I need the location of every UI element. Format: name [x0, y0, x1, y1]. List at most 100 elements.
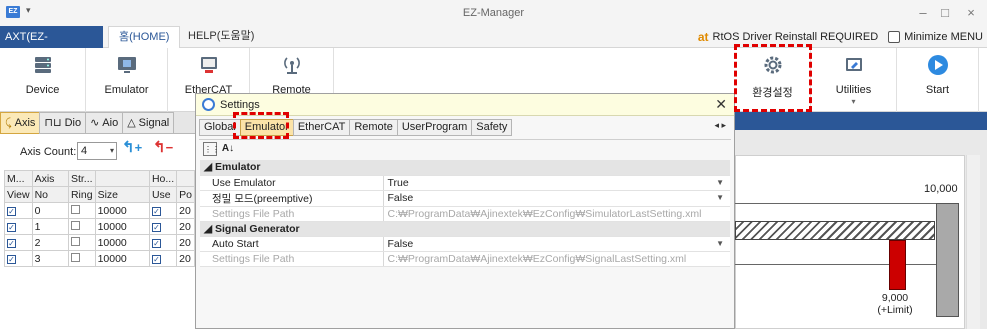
vertical-scrollbar[interactable]: [966, 155, 980, 329]
col-header: [94, 170, 150, 187]
chevron-down-icon[interactable]: ▼: [716, 193, 724, 202]
dialog-title: Settings: [220, 99, 260, 111]
emulator-button[interactable]: Emulator: [86, 48, 168, 112]
server-icon: [34, 57, 51, 73]
category-row[interactable]: ◢ Emulator: [200, 160, 730, 176]
prop-value-signal-path: C:₩ProgramData₩Ajinextek₩EzConfig₩Signal…: [383, 251, 730, 267]
table-row[interactable]: ✓ 3 10000 ✓ 20: [4, 250, 195, 267]
prop-value-preemptive[interactable]: False ▼: [383, 190, 730, 207]
categorized-view-icon[interactable]: ⋮⋮: [203, 142, 220, 156]
wave-icon: ∿: [90, 117, 100, 129]
axis-no-cell: 2: [31, 234, 69, 251]
settings-dialog: Settings ✕ Global Emulator EtherCAT Remo…: [195, 93, 735, 329]
utilities-caret-icon: ▾: [851, 97, 856, 106]
tab-aio[interactable]: ∿ Aio: [85, 112, 124, 134]
tab-safety[interactable]: Safety: [471, 119, 513, 136]
home-use-checkbox[interactable]: ✓: [151, 206, 161, 216]
close-window-button[interactable]: ×: [960, 5, 982, 20]
tab-scroll-arrows-icon[interactable]: ◂ ▸: [714, 120, 726, 131]
settings-button[interactable]: 환경설정: [735, 48, 811, 112]
table-row[interactable]: ✓ 2 10000 ✓ 20: [4, 234, 195, 251]
antenna-icon: [283, 57, 300, 74]
chevron-down-icon[interactable]: ▼: [716, 178, 724, 187]
settings-label: 환경설정: [752, 87, 793, 99]
start-button[interactable]: Start: [897, 48, 979, 112]
prop-value-use-emulator[interactable]: True ▼: [383, 175, 730, 191]
app-menu-tab[interactable]: AXT(EZ-MANAGER): [0, 26, 103, 65]
left-tabs: ⤹ Axis ⊓⊔ Dio ∿ Aio △ Signal: [0, 112, 196, 134]
max-position-bar: [936, 203, 959, 317]
property-row[interactable]: Auto Start False ▼: [200, 236, 730, 252]
size-cell[interactable]: 10000: [94, 234, 150, 251]
device-button[interactable]: Device: [0, 48, 86, 112]
tab-emulator[interactable]: Emulator: [239, 119, 294, 136]
dialog-tabs: Global Emulator EtherCAT Remote UserProg…: [199, 119, 513, 136]
minimize-menu-label[interactable]: Minimize MENU: [904, 31, 983, 43]
view-checkbox[interactable]: ✓: [7, 206, 16, 216]
emulator-label: Emulator: [104, 84, 149, 96]
col-header: Str...: [67, 170, 96, 187]
tab-axis[interactable]: ⤹ Axis: [0, 112, 41, 134]
tab-userprogram[interactable]: UserProgram: [396, 119, 473, 136]
table-row[interactable]: ✓ 1 10000 ✓ 20: [4, 218, 195, 235]
col-header: Axis: [31, 170, 69, 187]
pulse-icon: ⊓⊔: [44, 117, 62, 129]
tab-home[interactable]: 홈(HOME): [108, 26, 181, 49]
tab-ethercat[interactable]: EtherCAT: [292, 119, 351, 136]
minimize-menu-checkbox[interactable]: [888, 31, 901, 43]
position-cell: 20: [176, 250, 195, 267]
axis-count-select[interactable]: 4 ▾: [77, 142, 117, 160]
property-row[interactable]: 정밀 모드(preemptive) False ▼: [200, 190, 730, 207]
start-label: Start: [925, 84, 950, 96]
size-cell[interactable]: 10000: [94, 250, 150, 267]
view-checkbox[interactable]: ✓: [7, 238, 16, 248]
view-checkbox[interactable]: ✓: [7, 254, 16, 264]
col-header: Size: [94, 186, 150, 203]
tab-remote[interactable]: Remote: [349, 119, 398, 136]
settings-gear-icon: [202, 98, 215, 111]
category-row[interactable]: ◢ Signal Generator: [200, 221, 730, 237]
prop-name: Auto Start: [200, 236, 384, 252]
position-cell: 20: [176, 234, 195, 251]
home-use-checkbox[interactable]: ✓: [151, 238, 161, 248]
table-row[interactable]: ✓ 0 10000 ✓ 20: [4, 202, 195, 219]
tab-help[interactable]: HELP(도움말): [178, 26, 264, 49]
home-use-checkbox[interactable]: ✓: [151, 254, 161, 264]
axis-count-label: Axis Count:: [20, 146, 77, 158]
position-cell: 20: [176, 202, 195, 219]
network-monitor-icon: [200, 57, 217, 73]
left-pane: ⤹ Axis ⊓⊔ Dio ∿ Aio △ Signal Axis Count: 4 ▾ …: [0, 112, 196, 329]
home-use-checkbox[interactable]: ✓: [151, 222, 161, 232]
axis-table: M... Axis Str... Ho... View No Ring Size…: [4, 170, 195, 267]
property-row: Settings File Path C:₩ProgramData₩Ajinex…: [200, 251, 730, 267]
right-panel-header: [735, 112, 987, 130]
dialog-title-bar: Settings ✕: [196, 94, 734, 116]
position-cell: 20: [176, 218, 195, 235]
ring-checkbox[interactable]: [70, 252, 80, 262]
col-header: No: [31, 186, 69, 203]
prop-name: Settings File Path: [200, 251, 384, 267]
view-checkbox[interactable]: ✓: [7, 222, 16, 232]
utilities-button[interactable]: Utilities ▾: [811, 48, 897, 112]
prop-name: Use Emulator: [200, 175, 384, 191]
remove-axis-icon[interactable]: ↰−: [153, 138, 173, 156]
prop-value-auto-start[interactable]: False ▼: [383, 236, 730, 252]
ring-checkbox[interactable]: [70, 220, 80, 230]
category-signal-generator[interactable]: ◢ Signal Generator: [200, 221, 730, 237]
minimize-window-button[interactable]: –: [912, 5, 934, 20]
tab-signal[interactable]: △ Signal: [122, 112, 175, 134]
bell-icon: △: [127, 117, 136, 129]
add-axis-icon[interactable]: ↰+: [122, 138, 142, 156]
ring-checkbox[interactable]: [70, 236, 80, 246]
tab-global[interactable]: Global: [199, 119, 241, 136]
size-cell[interactable]: 10000: [94, 202, 150, 219]
tab-dio[interactable]: ⊓⊔ Dio: [39, 112, 87, 134]
alphabetical-sort-icon[interactable]: A↓: [221, 142, 235, 156]
chevron-down-icon[interactable]: ▼: [716, 239, 724, 248]
dialog-close-button[interactable]: ✕: [715, 96, 727, 113]
size-cell[interactable]: 10000: [94, 218, 150, 235]
category-emulator[interactable]: ◢ Emulator: [200, 160, 730, 176]
ring-checkbox[interactable]: [70, 204, 80, 214]
maximize-window-button[interactable]: □: [934, 5, 956, 20]
property-row[interactable]: Use Emulator True ▼: [200, 175, 730, 191]
